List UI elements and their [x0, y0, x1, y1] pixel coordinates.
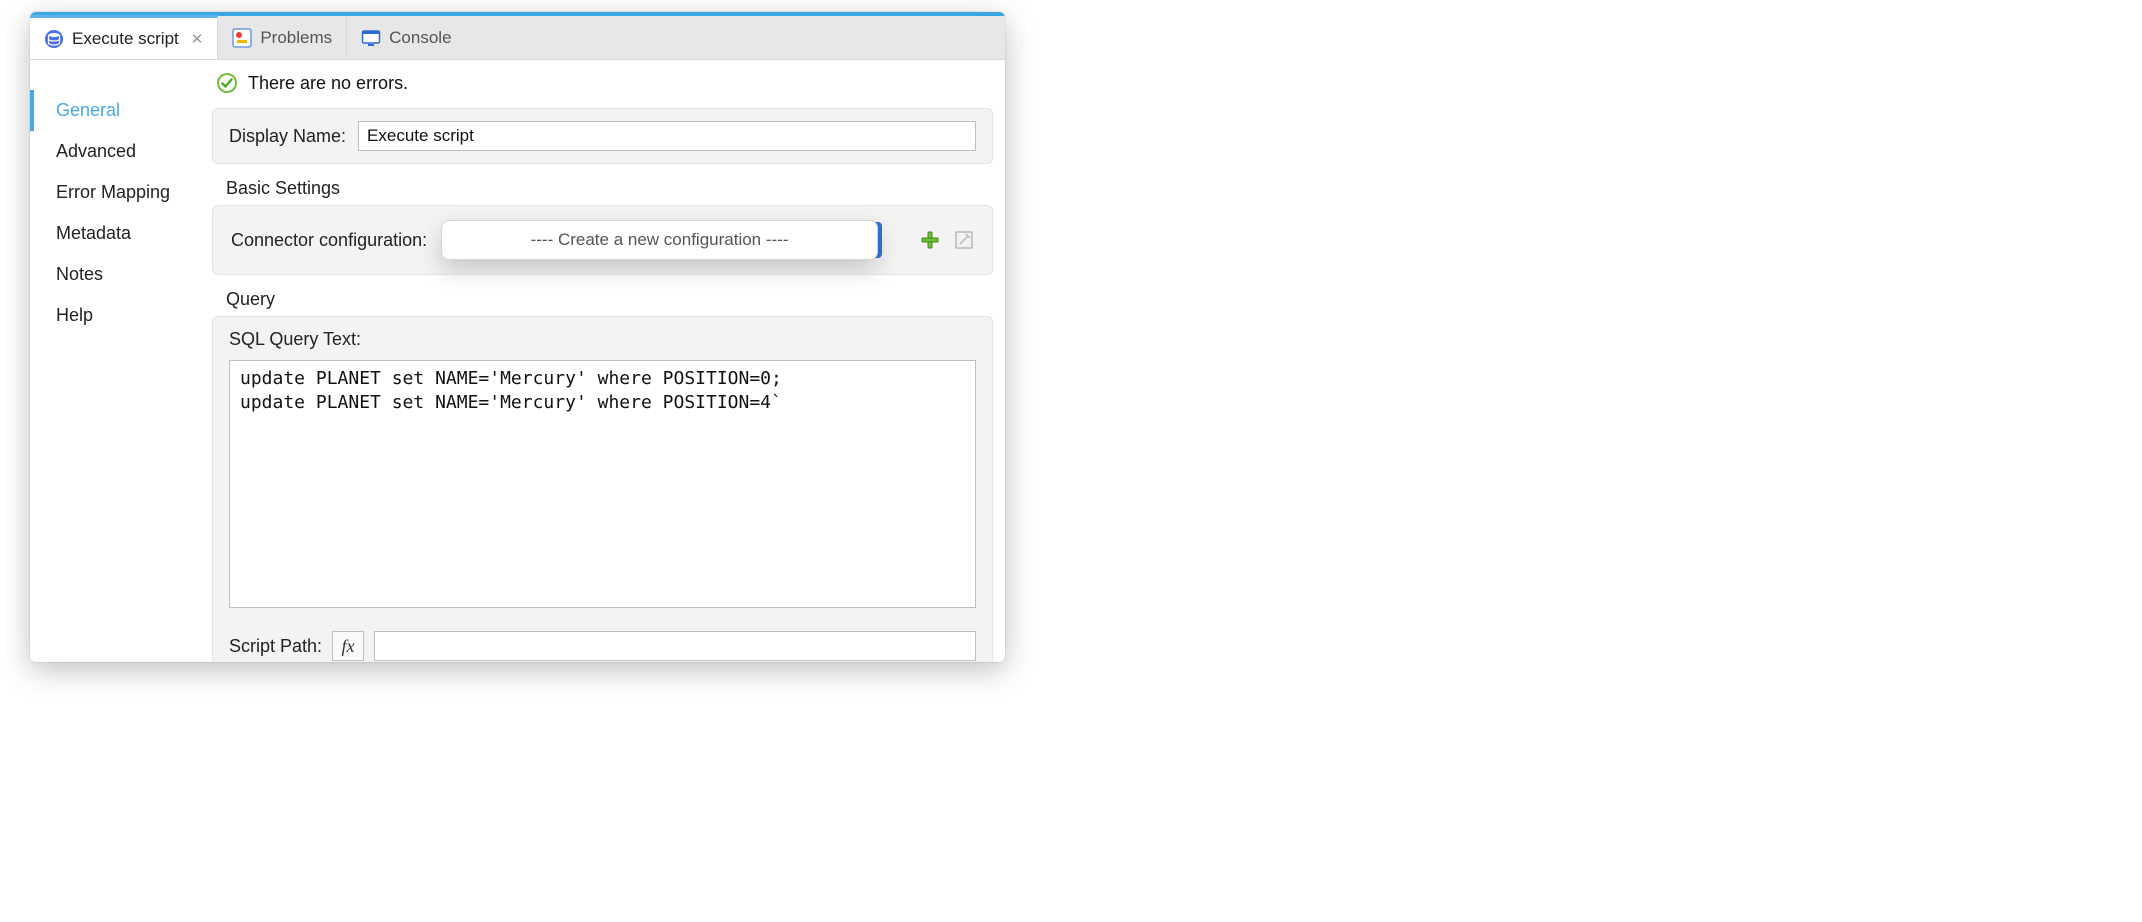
tab-label: Execute script — [72, 29, 179, 49]
connector-config-select[interactable]: ---- Create a new configuration ---- — [441, 222, 868, 258]
sql-query-label: SQL Query Text: — [229, 329, 976, 350]
side-navigation: General Advanced Error Mapping Metadata … — [30, 60, 208, 662]
sidebar-item-general[interactable]: General — [30, 90, 208, 131]
query-panel: SQL Query Text: Script Path: fx — [212, 316, 993, 662]
sidebar-item-error-mapping[interactable]: Error Mapping — [30, 172, 208, 213]
sidebar-item-metadata[interactable]: Metadata — [30, 213, 208, 254]
tab-console[interactable]: Console — [347, 16, 465, 59]
tab-execute-script[interactable]: Execute script ✕ — [30, 15, 218, 59]
sidebar-item-advanced[interactable]: Advanced — [30, 131, 208, 172]
tab-label: Console — [389, 28, 451, 48]
problems-icon — [232, 28, 252, 48]
basic-settings-panel: Connector configuration: ---- Create a n… — [212, 205, 993, 275]
sidebar-item-label: Advanced — [56, 141, 136, 161]
sidebar-item-label: Notes — [56, 264, 103, 284]
sidebar-item-label: Help — [56, 305, 93, 325]
console-icon — [361, 28, 381, 48]
expression-fx-button[interactable]: fx — [332, 631, 364, 661]
tab-label: Problems — [260, 28, 332, 48]
script-path-input[interactable] — [374, 631, 976, 661]
display-name-input[interactable] — [358, 121, 976, 151]
fx-icon: fx — [342, 636, 355, 657]
basic-settings-title: Basic Settings — [226, 178, 1005, 199]
editor-window: Execute script ✕ Problems Consol — [30, 12, 1005, 662]
connector-config-label: Connector configuration: — [231, 230, 427, 251]
edit-config-button[interactable] — [954, 230, 974, 250]
content-body: General Advanced Error Mapping Metadata … — [30, 60, 1005, 662]
display-name-label: Display Name: — [229, 126, 346, 147]
main-panel: There are no errors. Display Name: Basic… — [208, 60, 1005, 662]
sidebar-item-label: General — [56, 100, 120, 120]
sidebar-item-label: Metadata — [56, 223, 131, 243]
status-bar: There are no errors. — [208, 60, 1005, 104]
add-config-button[interactable] — [920, 230, 940, 250]
tab-bar: Execute script ✕ Problems Consol — [30, 16, 1005, 60]
tab-problems[interactable]: Problems — [218, 16, 347, 59]
status-message: There are no errors. — [248, 73, 408, 94]
sidebar-item-help[interactable]: Help — [30, 295, 208, 336]
select-placeholder: ---- Create a new configuration ---- — [531, 230, 789, 250]
close-icon[interactable]: ✕ — [191, 30, 204, 48]
display-name-panel: Display Name: — [212, 108, 993, 164]
query-title: Query — [226, 289, 1005, 310]
sidebar-item-label: Error Mapping — [56, 182, 170, 202]
success-check-icon — [216, 72, 238, 94]
execute-script-icon — [44, 29, 64, 49]
script-path-label: Script Path: — [229, 636, 322, 657]
select-popup-option[interactable]: ---- Create a new configuration ---- — [441, 220, 878, 260]
sidebar-item-notes[interactable]: Notes — [30, 254, 208, 295]
sql-query-textarea[interactable] — [229, 360, 976, 608]
